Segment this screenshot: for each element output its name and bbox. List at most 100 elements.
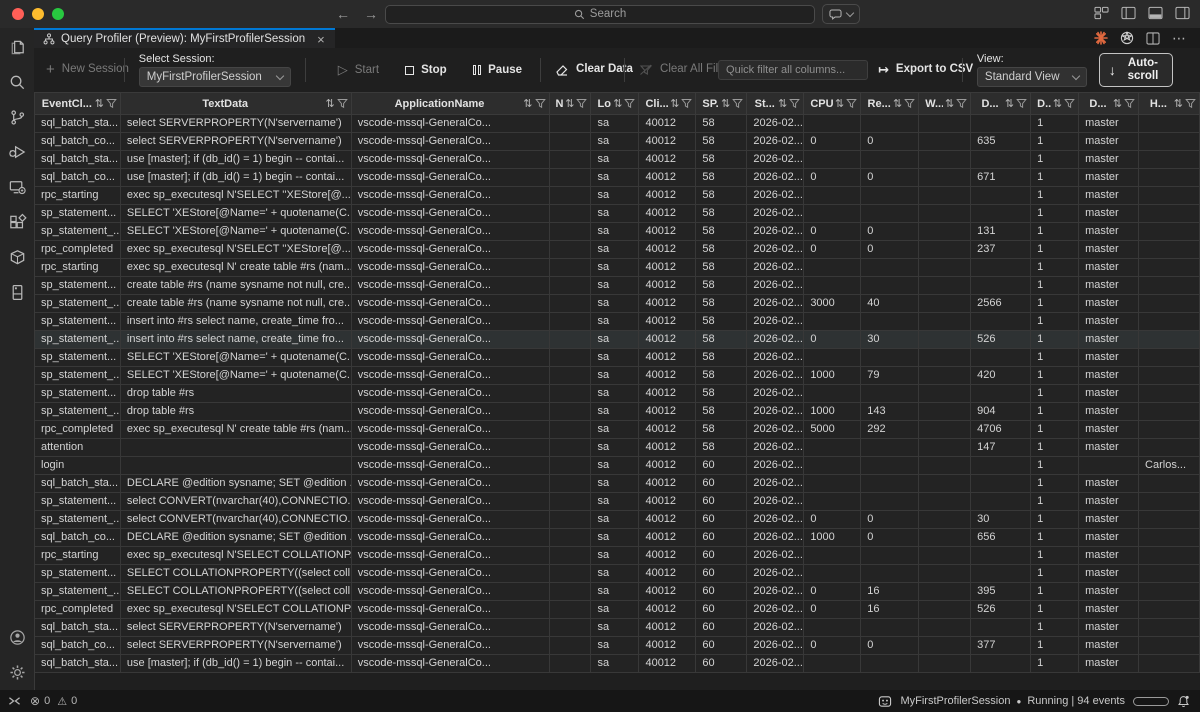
account-icon[interactable] [5, 625, 29, 649]
table-row[interactable]: sql_batch_sta... select SERVERPROPERTY(N'… [35, 619, 1200, 637]
filter-funnel-icon[interactable] [732, 98, 744, 109]
table-row[interactable]: sp_statement... SELECT 'XEStore[@Name=' +… [35, 349, 1200, 367]
table-row[interactable]: sp_statement... select CONVERT(nvarchar(4… [35, 493, 1200, 511]
filter-funnel-icon[interactable] [904, 98, 916, 109]
table-row[interactable]: sql_batch_co... select SERVERPROPERTY(N's… [35, 637, 1200, 655]
column-header[interactable]: SP...⇅ [696, 93, 748, 114]
session-status[interactable]: MyFirstProfilerSession ● Running | 94 ev… [900, 695, 1125, 707]
column-header[interactable]: St... ⇅ [747, 93, 805, 114]
pause-button[interactable]: Pause [472, 64, 522, 76]
table-row[interactable]: sql_batch_sta... use [master]; if (db_id(… [35, 655, 1200, 673]
sort-icon[interactable]: ⇅ [613, 97, 622, 110]
search-sidebar-icon[interactable] [5, 70, 29, 94]
table-row[interactable]: sql_batch_co... use [master]; if (db_id()… [35, 169, 1200, 187]
column-header[interactable]: N...⇅ [550, 93, 592, 114]
table-row[interactable]: rpc_completed exec sp_executesql N' creat… [35, 421, 1200, 439]
tab-close-icon[interactable]: × [317, 32, 325, 47]
tab-query-profiler[interactable]: Query Profiler (Preview): MyFirstProfile… [34, 28, 335, 48]
table-row[interactable]: sp_statement_... SELECT 'XEStore[@Name=' … [35, 223, 1200, 241]
table-row[interactable]: rpc_starting exec sp_executesql N'SELECT … [35, 547, 1200, 565]
table-row[interactable]: sql_batch_co... DECLARE @edition sysname;… [35, 529, 1200, 547]
sort-icon[interactable]: ⇅ [1005, 97, 1014, 110]
table-row[interactable]: sp_statement... create table #rs (name sy… [35, 277, 1200, 295]
sort-icon[interactable]: ⇅ [721, 97, 730, 110]
select-session-dropdown[interactable]: MyFirstProfilerSession [138, 67, 291, 87]
explorer-icon[interactable] [5, 35, 29, 59]
filter-funnel-icon[interactable] [1185, 98, 1196, 109]
table-row[interactable]: sp_statement... drop table #rs vscode-mssq… [35, 385, 1200, 403]
column-header[interactable]: D...⇅ [971, 93, 1032, 114]
table-row[interactable]: sp_statement_... SELECT COLLATIONPROPERTY… [35, 583, 1200, 601]
table-row[interactable]: sp_statement... SELECT COLLATIONPROPERTY(… [35, 565, 1200, 583]
table-row[interactable]: sp_statement_... create table #rs (name s… [35, 295, 1200, 313]
sort-icon[interactable]: ⇅ [1053, 97, 1062, 110]
filter-funnel-icon[interactable] [624, 98, 636, 109]
column-header[interactable]: Re... ⇅ [861, 93, 920, 114]
start-button[interactable]: ▷ Start [338, 62, 379, 78]
table-row[interactable]: sql_batch_sta... use [master]; if (db_id(… [35, 151, 1200, 169]
column-header[interactable]: TextData ⇅ [121, 93, 352, 114]
table-row[interactable]: sp_statement... insert into #rs select na… [35, 313, 1200, 331]
filter-funnel-icon[interactable] [106, 98, 117, 109]
sort-icon[interactable]: ⇅ [95, 97, 104, 110]
table-row[interactable]: sp_statement_... SELECT 'XEStore[@Name=' … [35, 367, 1200, 385]
table-row[interactable]: attention vscode-mssql-GeneralCo... sa 4001… [35, 439, 1200, 457]
filter-funnel-icon[interactable] [576, 98, 588, 109]
filter-funnel-icon[interactable] [681, 98, 693, 109]
table-row[interactable]: sql_batch_sta... select SERVERPROPERTY(N'… [35, 115, 1200, 133]
toggle-panel-icon[interactable] [1148, 6, 1163, 20]
remote-explorer-icon[interactable] [5, 175, 29, 199]
source-control-icon[interactable] [5, 105, 29, 129]
remote-window-icon[interactable] [8, 695, 21, 707]
close-window-button[interactable] [12, 8, 24, 20]
table-row[interactable]: rpc_starting exec sp_executesql N' create… [35, 259, 1200, 277]
column-header[interactable]: Lo...⇅ [591, 93, 640, 114]
column-header[interactable]: D...⇅ [1079, 93, 1140, 114]
column-header[interactable]: EventCl... ⇅ [35, 93, 121, 114]
stop-button[interactable]: Stop [405, 64, 447, 76]
copilot-chat-button[interactable] [822, 4, 860, 24]
sort-icon[interactable]: ⇅ [523, 97, 532, 110]
sort-icon[interactable]: ⇅ [1174, 97, 1183, 110]
sort-icon[interactable]: ⇅ [565, 97, 574, 110]
forward-icon[interactable]: → [364, 5, 378, 23]
command-center-search[interactable]: Search [385, 4, 815, 24]
table-row[interactable]: sp_statement_... drop table #rs vscode-mss… [35, 403, 1200, 421]
settings-gear-icon[interactable] [5, 660, 29, 684]
filter-funnel-icon[interactable] [1124, 98, 1135, 109]
clear-all-filters-button[interactable]: Clear All Filters [639, 63, 737, 77]
run-debug-icon[interactable] [5, 140, 29, 164]
table-row[interactable]: login vscode-mssql-GeneralCo... sa 40012 60 2… [35, 457, 1200, 475]
back-icon[interactable]: ← [336, 5, 350, 23]
new-session-button[interactable]: + New Session [46, 61, 129, 78]
column-header[interactable]: CPU ⇅ [804, 93, 862, 114]
sort-icon[interactable]: ⇅ [325, 97, 334, 110]
table-row[interactable]: sp_statement... SELECT 'XEStore[@Name=' +… [35, 205, 1200, 223]
filter-funnel-icon[interactable] [789, 98, 801, 109]
table-row[interactable]: sql_batch_co... select SERVERPROPERTY(N's… [35, 133, 1200, 151]
column-header[interactable]: ApplicationName ⇅ [352, 93, 550, 114]
sort-icon[interactable]: ⇅ [1113, 97, 1122, 110]
filter-funnel-icon[interactable] [956, 98, 968, 109]
view-dropdown[interactable]: Standard View [976, 67, 1087, 87]
sort-icon[interactable]: ⇅ [835, 97, 844, 110]
customize-layout-icon[interactable] [1094, 6, 1109, 20]
database-icon[interactable] [5, 280, 29, 304]
autoscroll-toggle[interactable]: ↓ Auto-scroll [1098, 52, 1173, 88]
containers-icon[interactable] [5, 245, 29, 269]
table-row[interactable]: rpc_completed exec sp_executesql N'SELECT… [35, 601, 1200, 619]
clear-data-button[interactable]: Clear Data [555, 63, 633, 77]
filter-funnel-icon[interactable] [336, 98, 348, 109]
table-row[interactable]: sql_batch_sta... DECLARE @edition sysname… [35, 475, 1200, 493]
extensions-icon[interactable] [5, 210, 29, 234]
column-header[interactable]: Cli... ⇅ [639, 93, 697, 114]
column-header[interactable]: W... ⇅ [919, 93, 972, 114]
sort-icon[interactable]: ⇅ [778, 97, 787, 110]
sort-icon[interactable]: ⇅ [670, 97, 679, 110]
sort-icon[interactable]: ⇅ [945, 97, 954, 110]
quick-filter-input[interactable] [718, 60, 869, 80]
toggle-primary-sidebar-icon[interactable] [1121, 6, 1136, 20]
table-row[interactable]: sp_statement_... insert into #rs select n… [35, 331, 1200, 349]
column-header[interactable]: D...⇅ [1031, 93, 1080, 114]
split-editor-icon[interactable] [1146, 31, 1160, 45]
